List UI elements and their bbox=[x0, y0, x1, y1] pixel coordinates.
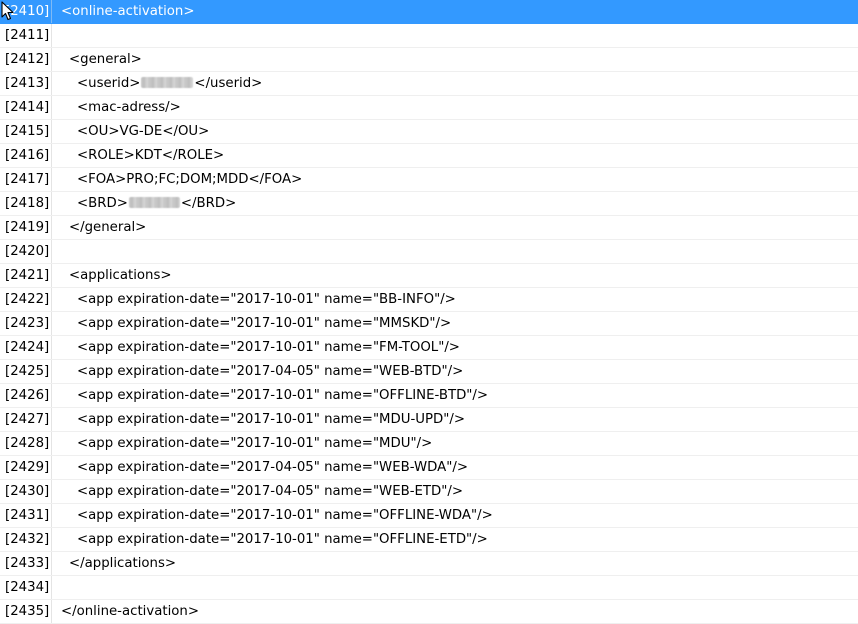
log-row[interactable]: [2430] <app expiration-date="2017-04-05"… bbox=[0, 480, 858, 504]
redacted-brd bbox=[128, 197, 180, 208]
line-content: <online-activation> bbox=[61, 4, 195, 19]
line-content: <app expiration-date="2017-10-01" name="… bbox=[77, 292, 456, 307]
line-content: <ROLE>KDT</ROLE> bbox=[77, 148, 225, 163]
line-number: [2418] bbox=[0, 192, 52, 215]
line-content: <OU>VG-DE</OU> bbox=[77, 124, 210, 139]
line-number: [2429] bbox=[0, 456, 52, 479]
line-number: [2435] bbox=[0, 600, 52, 623]
line-content: <applications> bbox=[69, 268, 172, 283]
line-content: <app expiration-date="2017-10-01" name="… bbox=[77, 340, 460, 355]
line-content: <app expiration-date="2017-10-01" name="… bbox=[77, 532, 488, 547]
line-number: [2424] bbox=[0, 336, 52, 359]
line-content: </applications> bbox=[69, 556, 177, 571]
line-content: <BRD> </BRD> bbox=[77, 192, 236, 215]
log-row[interactable]: [2417] <FOA>PRO;FC;DOM;MDD</FOA> bbox=[0, 168, 858, 192]
line-number: [2423] bbox=[0, 312, 52, 335]
log-row[interactable]: [2426] <app expiration-date="2017-10-01"… bbox=[0, 384, 858, 408]
line-number: [2411] bbox=[0, 24, 52, 47]
line-content: <app expiration-date="2017-04-05" name="… bbox=[77, 460, 468, 475]
log-row[interactable]: [2418] <BRD> </BRD> bbox=[0, 192, 858, 216]
line-content: </general> bbox=[69, 220, 147, 235]
line-content: <app expiration-date="2017-04-05" name="… bbox=[77, 364, 464, 379]
log-row[interactable]: [2429] <app expiration-date="2017-04-05"… bbox=[0, 456, 858, 480]
log-row[interactable]: [2411] bbox=[0, 24, 858, 48]
line-number: [2433] bbox=[0, 552, 52, 575]
line-content: <general> bbox=[69, 52, 142, 67]
log-row[interactable]: [2412] <general> bbox=[0, 48, 858, 72]
log-view[interactable]: [2410] <online-activation> [2411] [2412]… bbox=[0, 0, 858, 624]
line-number: [2415] bbox=[0, 120, 52, 143]
userid-open-tag: <userid> bbox=[77, 76, 141, 91]
log-row[interactable]: [2422] <app expiration-date="2017-10-01"… bbox=[0, 288, 858, 312]
redacted-userid bbox=[141, 77, 194, 88]
brd-open-tag: <BRD> bbox=[77, 196, 128, 211]
log-row[interactable]: [2427] <app expiration-date="2017-10-01"… bbox=[0, 408, 858, 432]
brd-close-tag: </BRD> bbox=[180, 196, 237, 211]
line-content: <app expiration-date="2017-10-01" name="… bbox=[77, 436, 433, 451]
line-content: <app expiration-date="2017-04-05" name="… bbox=[77, 484, 464, 499]
log-row[interactable]: [2415] <OU>VG-DE</OU> bbox=[0, 120, 858, 144]
log-row[interactable]: [2435] </online-activation> bbox=[0, 600, 858, 624]
line-content: <app expiration-date="2017-10-01" name="… bbox=[77, 316, 452, 331]
log-row[interactable]: [2410] <online-activation> bbox=[0, 0, 858, 24]
line-number: [2422] bbox=[0, 288, 52, 311]
log-row[interactable]: [2423] <app expiration-date="2017-10-01"… bbox=[0, 312, 858, 336]
line-content: <app expiration-date="2017-10-01" name="… bbox=[77, 412, 466, 427]
line-number: [2428] bbox=[0, 432, 52, 455]
mouse-pointer-icon bbox=[1, 1, 14, 21]
log-row[interactable]: [2414] <mac-adress/> bbox=[0, 96, 858, 120]
line-number: [2417] bbox=[0, 168, 52, 191]
line-number: [2413] bbox=[0, 72, 52, 95]
line-content: </online-activation> bbox=[61, 604, 199, 619]
line-number: [2425] bbox=[0, 360, 52, 383]
log-row[interactable]: [2420] bbox=[0, 240, 858, 264]
log-row[interactable]: [2419] </general> bbox=[0, 216, 858, 240]
line-content: <userid> </userid> bbox=[77, 72, 262, 95]
line-content: <app expiration-date="2017-10-01" name="… bbox=[77, 508, 493, 523]
line-number: [2414] bbox=[0, 96, 52, 119]
line-content: <FOA>PRO;FC;DOM;MDD</FOA> bbox=[77, 172, 303, 187]
line-content: <mac-adress/> bbox=[77, 100, 181, 115]
log-row[interactable]: [2421] <applications> bbox=[0, 264, 858, 288]
line-number: [2426] bbox=[0, 384, 52, 407]
line-content: <app expiration-date="2017-10-01" name="… bbox=[77, 388, 489, 403]
log-row[interactable]: [2416] <ROLE>KDT</ROLE> bbox=[0, 144, 858, 168]
log-row[interactable]: [2425] <app expiration-date="2017-04-05"… bbox=[0, 360, 858, 384]
line-number: [2431] bbox=[0, 504, 52, 527]
log-row[interactable]: [2424] <app expiration-date="2017-10-01"… bbox=[0, 336, 858, 360]
line-number: [2416] bbox=[0, 144, 52, 167]
userid-close-tag: </userid> bbox=[194, 76, 263, 91]
line-number: [2430] bbox=[0, 480, 52, 503]
line-number: [2420] bbox=[0, 240, 52, 263]
line-number: [2421] bbox=[0, 264, 52, 287]
log-row[interactable]: [2413] <userid> </userid> bbox=[0, 72, 858, 96]
log-row[interactable]: [2428] <app expiration-date="2017-10-01"… bbox=[0, 432, 858, 456]
line-number: [2434] bbox=[0, 576, 52, 599]
line-number: [2419] bbox=[0, 216, 52, 239]
log-row[interactable]: [2431] <app expiration-date="2017-10-01"… bbox=[0, 504, 858, 528]
log-row[interactable]: [2434] bbox=[0, 576, 858, 600]
line-number: [2412] bbox=[0, 48, 52, 71]
log-row[interactable]: [2432] <app expiration-date="2017-10-01"… bbox=[0, 528, 858, 552]
line-number: [2432] bbox=[0, 528, 52, 551]
line-number: [2427] bbox=[0, 408, 52, 431]
log-row[interactable]: [2433] </applications> bbox=[0, 552, 858, 576]
